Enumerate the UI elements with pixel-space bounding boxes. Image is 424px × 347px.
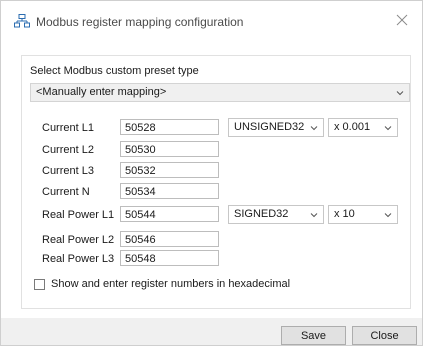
window-title: Modbus register mapping configuration	[36, 15, 244, 29]
scale-value: x 0.001	[334, 121, 371, 133]
close-icon[interactable]	[392, 10, 412, 30]
save-button[interactable]: Save	[281, 326, 346, 345]
scale-dropdown-real-power-l1[interactable]: x 10	[328, 205, 398, 224]
register-label-current-l1: Current L1	[42, 122, 94, 134]
preset-selected-value: <Manually enter mapping>	[36, 86, 167, 98]
register-label-real-power-l3: Real Power L3	[42, 253, 115, 265]
register-field-real-power-l1[interactable]	[120, 206, 219, 222]
chevron-down-icon	[310, 210, 318, 222]
chevron-down-icon	[384, 210, 392, 222]
title-bar: Modbus register mapping configuration	[1, 1, 422, 41]
register-field-real-power-l2[interactable]	[120, 231, 219, 247]
hex-checkbox-label[interactable]: Show and enter register numbers in hexad…	[51, 278, 290, 290]
data-type-dropdown-real-power-l1[interactable]: SIGNED32	[228, 205, 324, 224]
close-button[interactable]: Close	[352, 326, 417, 345]
register-label-current-n: Current N	[42, 186, 90, 198]
register-label-current-l3: Current L3	[42, 165, 94, 177]
register-field-current-l2[interactable]	[120, 141, 219, 157]
register-field-real-power-l3[interactable]	[120, 250, 219, 266]
preset-type-dropdown[interactable]: <Manually enter mapping>	[30, 83, 410, 102]
data-type-dropdown-current-l1[interactable]: UNSIGNED32	[228, 118, 324, 137]
register-field-current-l3[interactable]	[120, 162, 219, 178]
preset-type-label: Select Modbus custom preset type	[30, 65, 199, 77]
data-type-value: UNSIGNED32	[234, 121, 305, 133]
register-field-current-l1[interactable]	[120, 119, 219, 135]
scale-dropdown-current-l1[interactable]: x 0.001	[328, 118, 398, 137]
register-label-real-power-l2: Real Power L2	[42, 234, 115, 246]
chevron-down-icon	[384, 123, 392, 135]
data-type-value: SIGNED32	[234, 208, 289, 220]
chevron-down-icon	[310, 123, 318, 135]
register-label-current-l2: Current L2	[42, 144, 94, 156]
chevron-down-icon	[396, 88, 404, 100]
network-icon	[14, 14, 30, 28]
hex-checkbox[interactable]	[34, 279, 45, 290]
register-field-current-n[interactable]	[120, 183, 219, 199]
scale-value: x 10	[334, 208, 355, 220]
register-label-real-power-l1: Real Power L1	[42, 209, 115, 221]
